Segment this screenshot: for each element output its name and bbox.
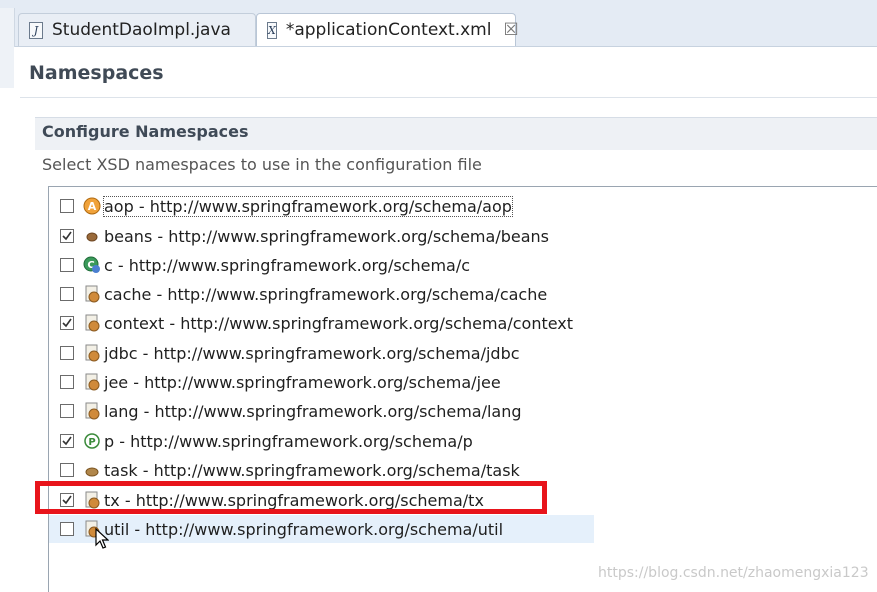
namespace-checkbox[interactable] (60, 522, 74, 536)
watermark: https://blog.csdn.net/zhaomengxia123 (598, 565, 869, 581)
namespace-label: lang - http://www.springframework.org/sc… (104, 401, 522, 421)
group-title: Configure Namespaces (42, 122, 249, 141)
namespace-checkbox[interactable] (60, 229, 74, 243)
namespace-row[interactable]: task - http://www.springframework.org/sc… (49, 456, 520, 484)
tab-label: StudentDaoImpl.java (52, 20, 231, 40)
xsd-file-icon (83, 285, 101, 303)
namespace-checkbox[interactable] (60, 199, 74, 213)
mouse-cursor-icon (95, 528, 109, 549)
namespace-label: jdbc - http://www.springframework.org/sc… (104, 343, 520, 363)
close-icon[interactable]: ☒ (503, 20, 518, 40)
namespace-checkbox[interactable] (60, 258, 74, 272)
group-description: Select XSD namespaces to use in the conf… (42, 155, 482, 174)
namespace-label: jee - http://www.springframework.org/sch… (104, 372, 501, 392)
xsd-file-icon (83, 373, 101, 391)
namespace-label: cache - http://www.springframework.org/s… (104, 284, 548, 304)
xsd-file-icon (83, 344, 101, 362)
aop-icon: A (83, 197, 101, 215)
namespace-checkbox[interactable] (60, 375, 74, 389)
namespace-row[interactable]: lang - http://www.springframework.org/sc… (49, 397, 522, 425)
namespace-row[interactable]: cache - http://www.springframework.org/s… (49, 280, 547, 308)
task-icon (83, 461, 101, 479)
namespace-label: task - http://www.springframework.org/sc… (104, 460, 520, 480)
namespace-checkbox[interactable] (60, 404, 74, 418)
bean-icon (83, 227, 101, 245)
namespace-label: c - http://www.springframework.org/schem… (104, 255, 471, 275)
namespace-label: context - http://www.springframework.org… (104, 313, 574, 333)
namespace-label: aop - http://www.springframework.org/sch… (103, 195, 513, 217)
tx-highlight-annotation (35, 481, 547, 514)
namespace-row[interactable]: jdbc - http://www.springframework.org/sc… (49, 339, 520, 367)
namespace-list[interactable]: Aaop - http://www.springframework.org/sc… (48, 186, 877, 592)
namespace-checkbox[interactable] (60, 316, 74, 330)
namespace-row[interactable]: context - http://www.springframework.org… (49, 309, 573, 337)
c-namespace-icon: C (83, 256, 101, 274)
namespace-row[interactable]: Cc - http://www.springframework.org/sche… (49, 251, 470, 279)
configure-namespaces-header: Configure Namespaces (35, 117, 877, 150)
namespace-row[interactable]: util - http://www.springframework.org/sc… (49, 515, 594, 543)
tab-application-context[interactable]: X *applicationContext.xml ☒ (256, 13, 519, 46)
title-divider (20, 97, 877, 98)
java-file-icon: J (29, 21, 43, 39)
namespace-label: p - http://www.springframework.org/schem… (104, 431, 473, 451)
svg-text:P: P (88, 437, 95, 448)
namespace-checkbox[interactable] (60, 463, 74, 477)
svg-text:A: A (88, 200, 97, 213)
xml-file-icon: X (267, 21, 277, 39)
p-namespace-icon: P (83, 432, 101, 450)
namespace-label: beans - http://www.springframework.org/s… (104, 226, 549, 246)
namespace-checkbox[interactable] (60, 434, 74, 448)
xsd-file-icon (83, 314, 101, 332)
left-gutter (0, 8, 15, 88)
namespace-row[interactable]: beans - http://www.springframework.org/s… (49, 222, 549, 250)
namespace-checkbox[interactable] (60, 346, 74, 360)
namespace-row[interactable]: Pp - http://www.springframework.org/sche… (49, 427, 473, 455)
xsd-file-icon (83, 402, 101, 420)
page-title: Namespaces (29, 62, 164, 84)
tab-label: *applicationContext.xml (285, 20, 492, 40)
namespace-label: util - http://www.springframework.org/sc… (104, 519, 504, 539)
namespace-row[interactable]: Aaop - http://www.springframework.org/sc… (49, 192, 513, 220)
namespace-checkbox[interactable] (60, 287, 74, 301)
tab-student-dao-impl[interactable]: J StudentDaoImpl.java (18, 13, 256, 46)
namespace-row[interactable]: jee - http://www.springframework.org/sch… (49, 368, 501, 396)
